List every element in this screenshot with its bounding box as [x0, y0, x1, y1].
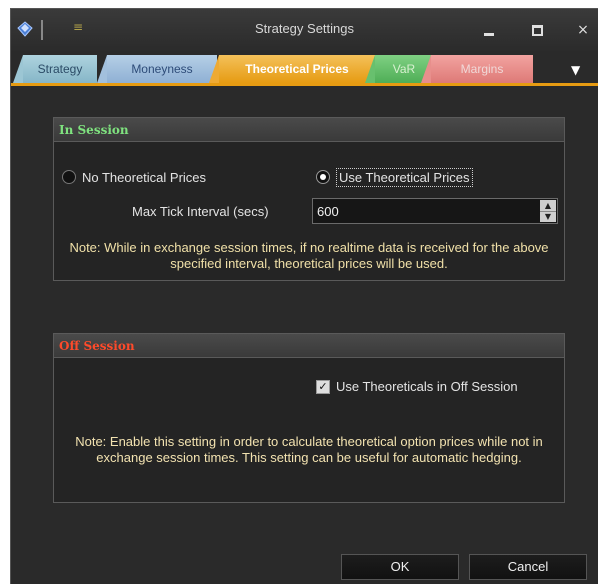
off-session-group: Off Session ✓ Use Theoreticals in Off Se…	[53, 333, 565, 503]
tab-theoretical-prices[interactable]: Theoretical Prices	[209, 55, 375, 83]
max-tick-interval-label: Max Tick Interval (secs)	[132, 204, 269, 219]
tab-moneyness[interactable]: Moneyness	[97, 55, 217, 83]
tab-margins[interactable]: Margins	[421, 55, 533, 83]
maximize-button[interactable]	[527, 20, 547, 40]
no-theoretical-prices-label[interactable]: No Theoretical Prices	[82, 170, 206, 185]
strategy-settings-window: ≡ Strategy Settings × Strategy Moneyness…	[10, 8, 598, 584]
close-button[interactable]: ×	[573, 20, 593, 40]
tabs-overflow-icon[interactable]: ▼	[571, 63, 580, 77]
window-title: Strategy Settings	[255, 21, 354, 36]
use-theoretical-prices-radio[interactable]	[316, 170, 330, 184]
off-session-note: Note: Enable this setting in order to ca…	[75, 434, 543, 465]
ok-button[interactable]: OK	[341, 554, 459, 580]
in-session-note: Note: While in exchange session times, i…	[69, 240, 549, 271]
in-session-title: In Session	[54, 118, 564, 142]
spin-buttons: ▲ ▼	[540, 200, 556, 222]
use-theoreticals-off-session-checkbox[interactable]: ✓	[316, 380, 330, 394]
selected-tab-underline	[11, 83, 598, 86]
max-tick-interval-input[interactable]: 600 ▲ ▼	[312, 198, 558, 224]
max-tick-interval-value[interactable]: 600	[317, 204, 339, 219]
cancel-button[interactable]: Cancel	[469, 554, 587, 580]
use-theoretical-prices-label[interactable]: Use Theoretical Prices	[336, 168, 473, 187]
off-session-title: Off Session	[54, 334, 564, 358]
spin-down-button[interactable]: ▼	[540, 211, 556, 222]
in-session-group: In Session No Theoretical Prices Use The…	[53, 117, 565, 281]
minimize-button[interactable]	[479, 20, 499, 40]
tab-strategy[interactable]: Strategy	[13, 55, 97, 83]
no-theoretical-prices-radio[interactable]	[62, 170, 76, 184]
use-theoreticals-off-session-label[interactable]: Use Theoreticals in Off Session	[336, 379, 518, 394]
title-bar[interactable]: ≡ Strategy Settings ×	[11, 9, 598, 51]
settings-tabs: Strategy Moneyness Theoretical Prices Va…	[11, 53, 598, 83]
